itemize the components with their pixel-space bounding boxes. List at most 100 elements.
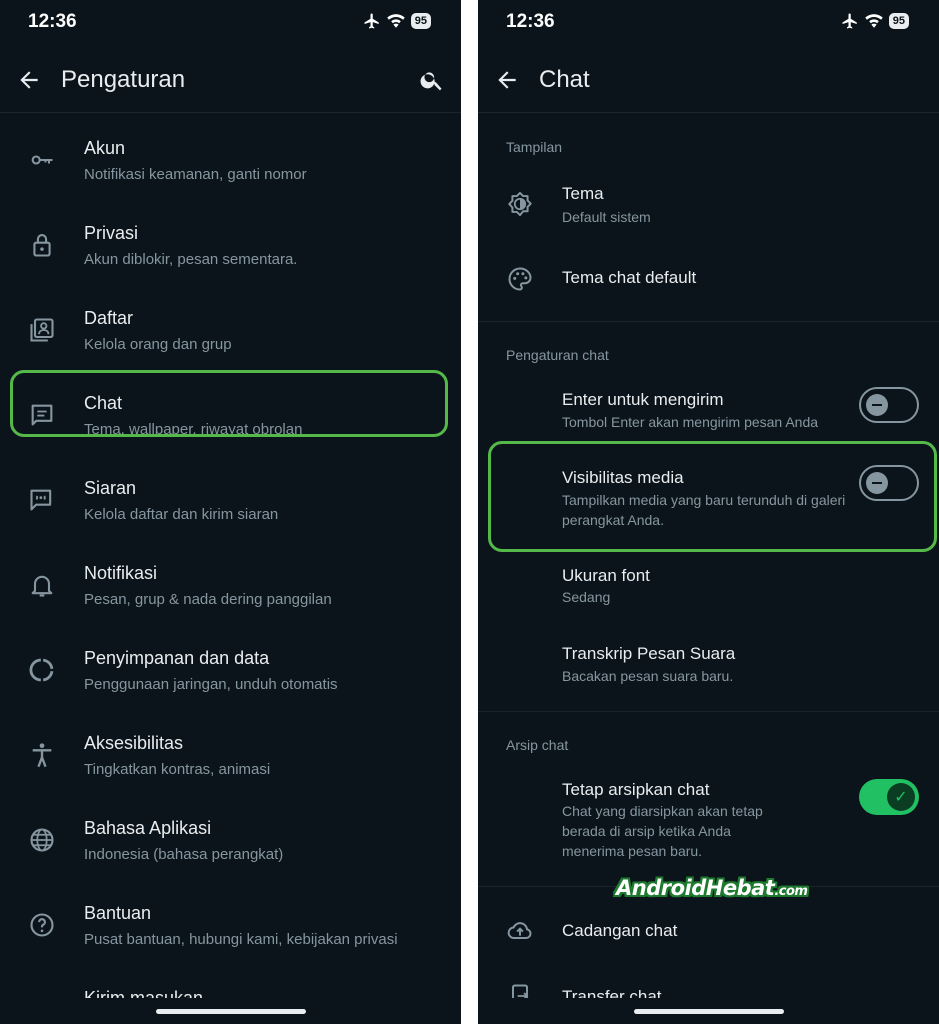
help-icon <box>28 911 56 939</box>
broadcast-icon <box>28 486 56 514</box>
app-bar: Pengaturan <box>0 52 461 110</box>
status-icons: 95 <box>841 12 909 30</box>
settings-item-title: Bahasa Aplikasi <box>84 818 212 838</box>
settings-item-subtitle: Tingkatkan kontras, animasi <box>84 761 271 778</box>
palette-icon <box>506 265 534 293</box>
settings-item-subtitle: Pusat bantuan, hubungi kami, kebijakan p… <box>84 931 398 948</box>
globe-icon <box>28 826 56 854</box>
divider <box>478 321 939 322</box>
settings-item-subtitle: Kelola orang dan grup <box>84 336 232 353</box>
divider <box>461 0 478 1024</box>
theme-setting[interactable]: Tema Default sistem <box>478 170 939 240</box>
keep-archived-title: Tetap arsipkan chat <box>562 780 710 799</box>
settings-item-title: Penyimpanan dan data <box>84 648 270 668</box>
settings-item-subtitle: Indonesia (bahasa perangkat) <box>84 846 284 863</box>
enter-send-setting[interactable]: Enter untuk mengirim Tombol Enter akan m… <box>478 378 939 440</box>
font-size-subtitle: Sedang <box>562 589 611 605</box>
settings-item-subtitle: Kelola daftar dan kirim siaran <box>84 506 279 523</box>
settings-item-broadcast[interactable]: Siaran Kelola daftar dan kirim siaran <box>0 462 461 546</box>
enter-send-subtitle: Tombol Enter akan mengirim pesan Anda <box>562 414 819 430</box>
chat-theme-setting[interactable]: Tema chat default <box>478 245 939 311</box>
status-time: 12:36 <box>28 11 77 32</box>
back-arrow-icon[interactable] <box>494 67 520 93</box>
keep-archived-subtitle: Chat yang diarsipkan akan tetap berada d… <box>562 803 763 859</box>
divider <box>478 112 939 113</box>
media-visibility-subtitle: Tampilkan media yang baru terunduh di ga… <box>562 492 846 528</box>
lock-icon <box>28 231 56 259</box>
back-arrow-icon[interactable] <box>16 67 42 93</box>
home-gesture-handle[interactable] <box>633 1009 784 1014</box>
wifi-icon <box>386 12 406 30</box>
settings-item-title: Akun <box>84 138 126 158</box>
settings-item-notifications[interactable]: Notifikasi Pesan, grup & nada dering pan… <box>0 547 461 631</box>
battery-indicator: 95 <box>410 13 431 29</box>
settings-item-title: Privasi <box>84 223 139 243</box>
settings-item-account[interactable]: Akun Notifikasi keamanan, ganti nomor <box>0 122 461 206</box>
accessibility-icon <box>28 741 56 769</box>
settings-item-storage[interactable]: Penyimpanan dan data Penggunaan jaringan… <box>0 632 461 716</box>
settings-item-lists[interactable]: Daftar Kelola orang dan grup <box>0 292 461 376</box>
watermark-logo: AndroidHebat.com <box>616 876 808 900</box>
backup-setting[interactable]: Cadangan chat <box>478 902 939 962</box>
keep-archived-toggle[interactable]: ✓ <box>859 779 919 815</box>
key-icon <box>28 146 56 174</box>
divider <box>0 112 461 113</box>
settings-item-subtitle: Pesan, grup & nada dering panggilan <box>84 591 332 608</box>
media-visibility-toggle[interactable] <box>859 465 919 501</box>
settings-item-help[interactable]: Bantuan Pusat bantuan, hubungi kami, keb… <box>0 887 461 971</box>
section-header-chat-settings: Pengaturan chat <box>506 347 609 363</box>
home-gesture-handle[interactable] <box>155 1009 306 1014</box>
settings-item-subtitle: Akun diblokir, pesan sementara. <box>84 251 298 268</box>
bell-icon <box>28 571 56 599</box>
status-bar: 12:36 95 <box>0 0 461 42</box>
settings-item-language[interactable]: Bahasa Aplikasi Indonesia (bahasa perang… <box>0 802 461 886</box>
storage-icon <box>28 656 56 684</box>
settings-item-title: Siaran <box>84 478 137 498</box>
status-bar: 12:36 95 <box>478 0 939 42</box>
enter-send-title: Enter untuk mengirim <box>562 390 724 409</box>
section-header-archive: Arsip chat <box>506 737 569 753</box>
settings-item-subtitle: Penggunaan jaringan, unduh otomatis <box>84 676 338 693</box>
voice-transcript-subtitle: Bacakan pesan suara baru. <box>562 668 734 684</box>
cloud-upload-icon <box>506 917 534 945</box>
battery-indicator: 95 <box>888 13 909 29</box>
settings-item-privacy[interactable]: Privasi Akun diblokir, pesan sementara. <box>0 207 461 291</box>
app-bar: Chat <box>478 52 939 110</box>
search-icon[interactable] <box>419 67 445 93</box>
theme-title: Tema <box>562 184 604 203</box>
settings-screen: 12:36 95 Pengaturan Akun Notifikasi keam… <box>0 0 461 1024</box>
chat-theme-title: Tema chat default <box>562 268 697 287</box>
airplane-icon <box>363 12 381 30</box>
page-title: Chat <box>539 66 590 93</box>
settings-item-title: Aksesibilitas <box>84 733 184 753</box>
settings-item-subtitle: Notifikasi keamanan, ganti nomor <box>84 166 307 183</box>
enter-send-toggle[interactable] <box>859 387 919 423</box>
contacts-icon <box>28 316 56 344</box>
check-icon: ✓ <box>887 783 915 811</box>
brightness-icon <box>506 190 534 218</box>
settings-item-title: Notifikasi <box>84 563 158 583</box>
font-size-setting[interactable]: Ukuran font Sedang <box>478 555 939 625</box>
airplane-icon <box>841 12 859 30</box>
settings-item-accessibility[interactable]: Aksesibilitas Tingkatkan kontras, animas… <box>0 717 461 801</box>
chat-icon <box>28 401 56 429</box>
settings-item-title: Chat <box>84 393 123 413</box>
status-icons: 95 <box>363 12 431 30</box>
backup-title: Cadangan chat <box>562 921 678 940</box>
media-visibility-title: Visibilitas media <box>562 468 684 487</box>
settings-item-title: Bantuan <box>84 903 152 923</box>
page-title: Pengaturan <box>61 66 186 93</box>
settings-item-chat[interactable]: Chat Tema, wallpaper, riwayat obrolan <box>0 377 461 461</box>
theme-subtitle: Default sistem <box>562 209 651 225</box>
media-visibility-setting[interactable]: Visibilitas media Tampilkan media yang b… <box>478 455 939 540</box>
settings-item-title: Daftar <box>84 308 134 328</box>
voice-transcript-title: Transkrip Pesan Suara <box>562 644 736 663</box>
wifi-icon <box>864 12 884 30</box>
status-time: 12:36 <box>506 11 555 32</box>
chat-settings-screen: 12:36 95 Chat Tampilan Tema Default sist… <box>478 0 939 1024</box>
section-header-display: Tampilan <box>506 139 563 155</box>
settings-item-subtitle: Tema, wallpaper, riwayat obrolan <box>84 421 303 438</box>
keep-archived-setting[interactable]: Tetap arsipkan chat Chat yang diarsipkan… <box>478 768 939 868</box>
voice-transcript-setting[interactable]: Transkrip Pesan Suara Bacakan pesan suar… <box>478 633 939 705</box>
font-size-title: Ukuran font <box>562 566 650 585</box>
